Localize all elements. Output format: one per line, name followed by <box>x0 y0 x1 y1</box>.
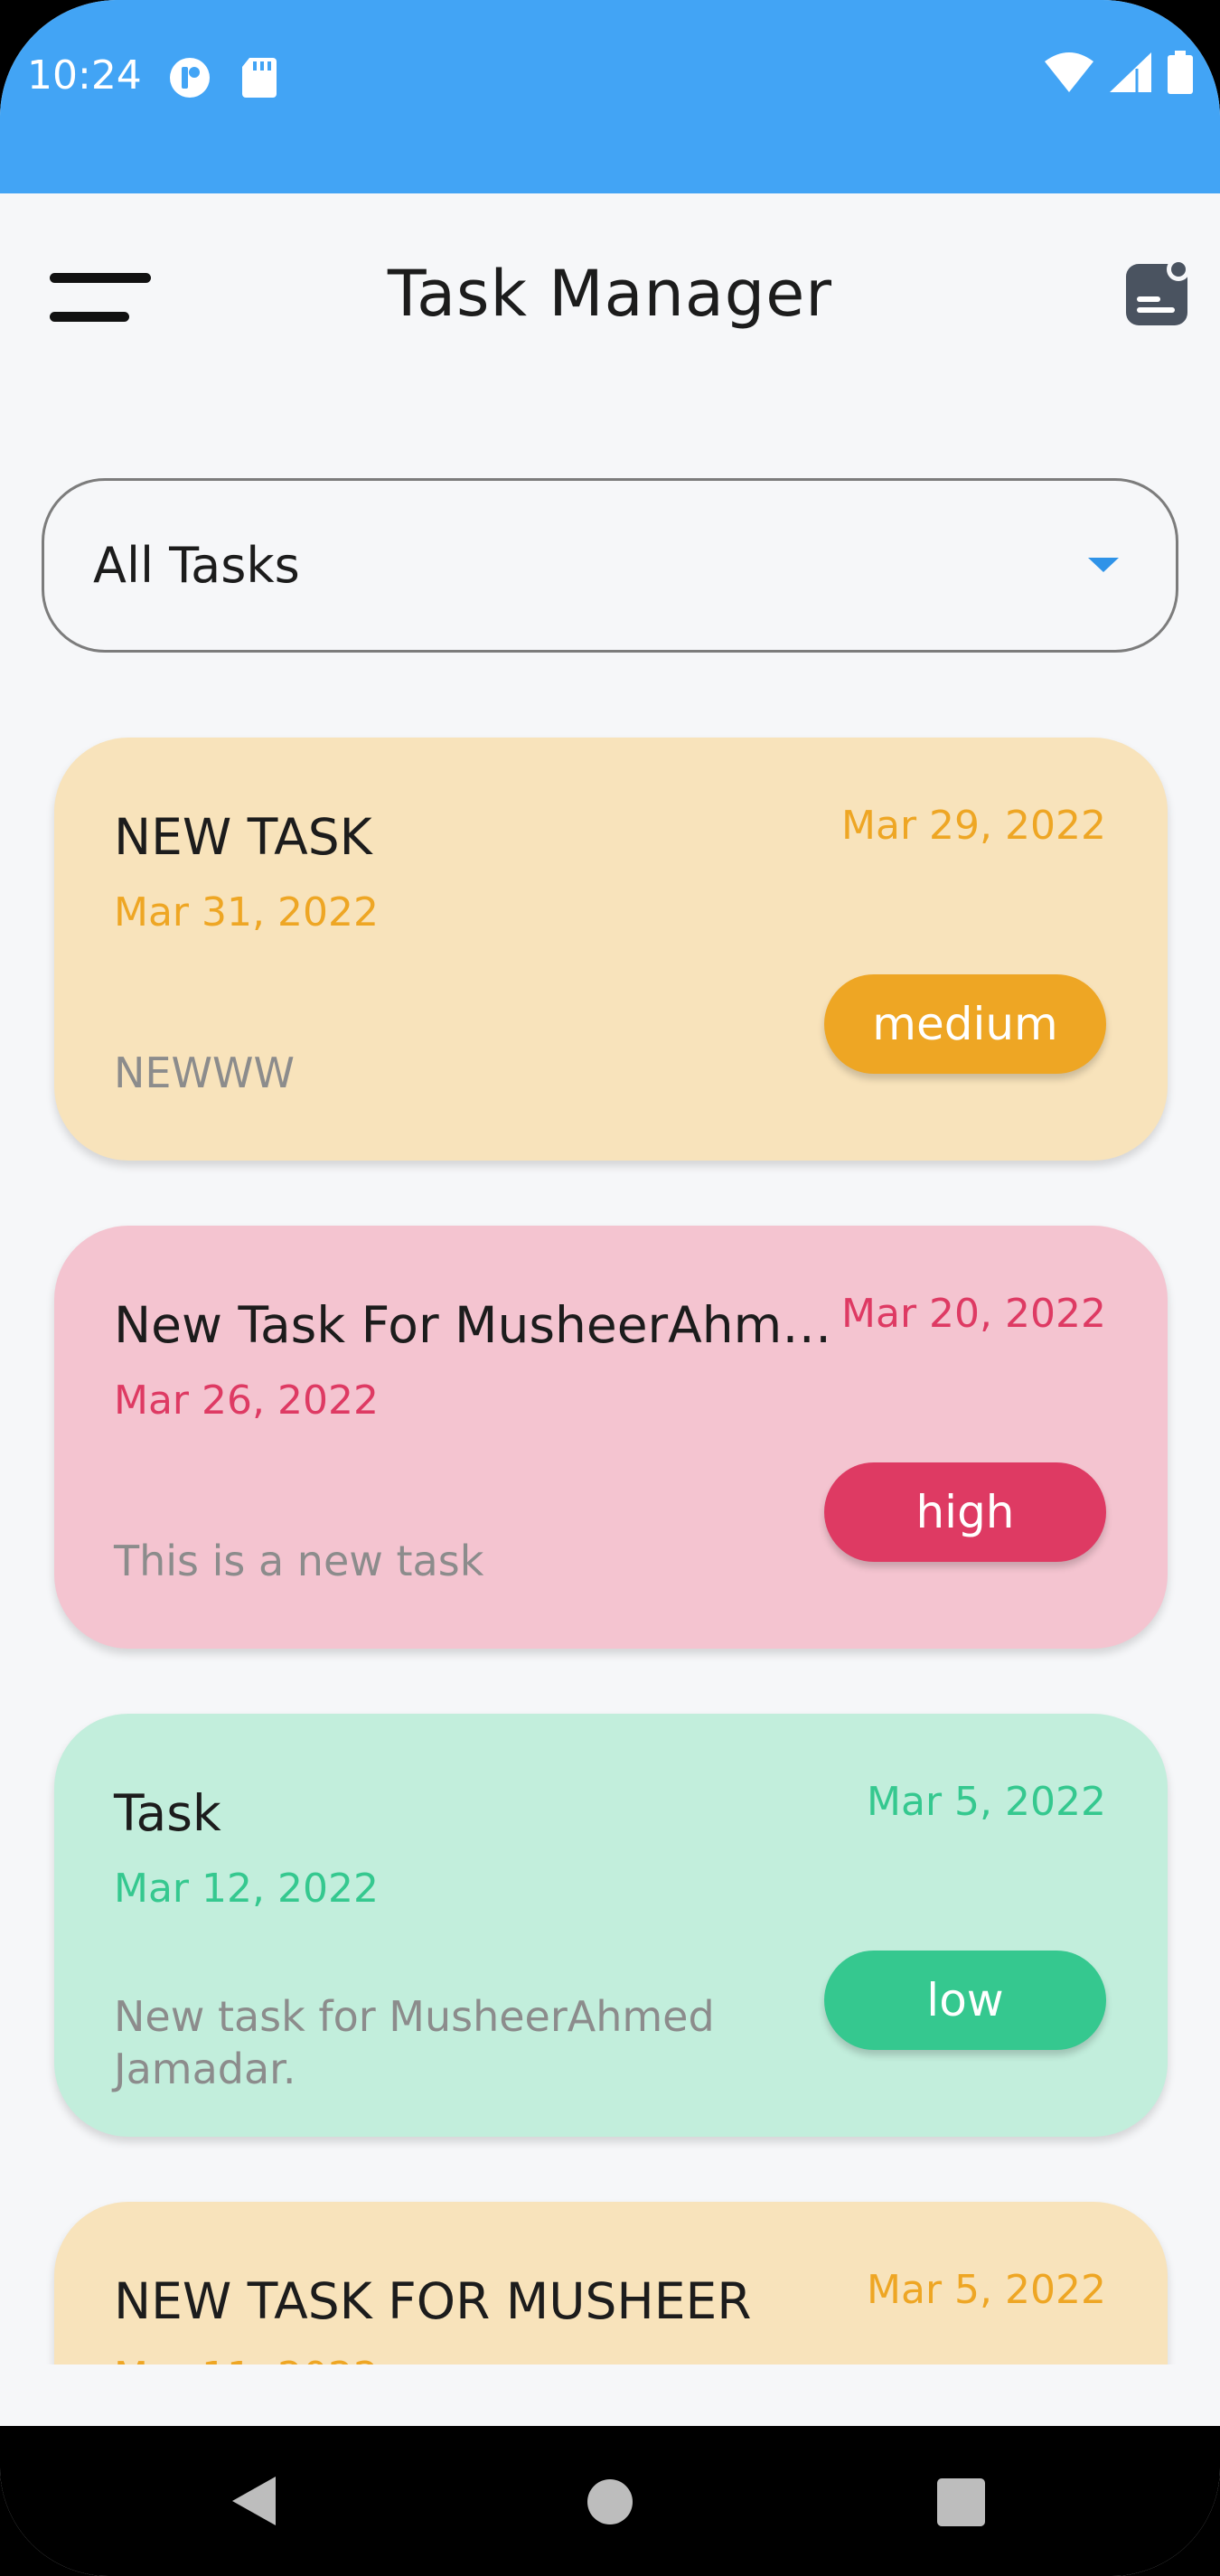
task-due-date: Mar 11, 2022 <box>114 2354 379 2364</box>
task-created-date: Mar 5, 2022 <box>867 2267 1106 2313</box>
recents-icon[interactable] <box>937 2478 985 2526</box>
task-created-date: Mar 5, 2022 <box>867 1779 1106 1825</box>
profile-button[interactable] <box>1122 257 1191 329</box>
priority-badge[interactable]: high <box>824 1462 1106 1562</box>
priority-badge[interactable]: low <box>824 1951 1106 2050</box>
task-card[interactable]: Task Mar 12, 2022 Mar 5, 2022 New task f… <box>54 1714 1168 2137</box>
back-icon[interactable] <box>232 2477 276 2525</box>
page-title: Task Manager <box>387 257 833 331</box>
battery-icon <box>1168 51 1193 98</box>
sd-card-icon <box>242 56 277 101</box>
task-due-date: Mar 12, 2022 <box>114 1866 379 1912</box>
status-icons <box>1045 51 1193 98</box>
task-title: NEW TASK FOR MUSHEER <box>114 2272 752 2330</box>
phone-screen: 10:24 Task Manager All Tasks NEW TASK Ma… <box>0 0 1220 2576</box>
status-time: 10:24 <box>27 52 142 99</box>
priority-badge[interactable]: medium <box>824 974 1106 1074</box>
signal-icon <box>1110 52 1151 96</box>
app-notification-icon <box>168 56 211 103</box>
task-description: New task for MusheerAhmed Jamadar. <box>114 1992 715 2093</box>
task-created-date: Mar 29, 2022 <box>841 803 1106 849</box>
app-bar: Task Manager <box>0 193 1220 401</box>
filter-selected-value: All Tasks <box>93 537 300 594</box>
status-bar: 10:24 <box>0 0 1220 193</box>
task-due-date: Mar 26, 2022 <box>114 1377 379 1424</box>
profile-icon <box>1126 258 1190 325</box>
task-list: NEW TASK Mar 31, 2022 Mar 29, 2022 NEWWW… <box>0 705 1220 2364</box>
home-icon[interactable] <box>587 2479 633 2524</box>
task-filter-dropdown[interactable]: All Tasks <box>42 478 1178 653</box>
task-description: This is a new task <box>114 1537 484 1585</box>
task-due-date: Mar 31, 2022 <box>114 889 379 935</box>
task-card[interactable]: NEW TASK Mar 31, 2022 Mar 29, 2022 NEWWW… <box>54 738 1168 1161</box>
system-navigation-bar <box>0 2426 1220 2576</box>
dropdown-arrow-icon[interactable] <box>1088 558 1119 572</box>
task-description: NEWWW <box>114 1048 295 1097</box>
task-title: New Task For MusheerAhm… <box>114 1296 832 1354</box>
task-created-date: Mar 20, 2022 <box>841 1291 1106 1337</box>
task-title: Task <box>114 1784 221 1842</box>
task-title: NEW TASK <box>114 808 372 866</box>
task-card[interactable]: New Task For MusheerAhm… Mar 26, 2022 Ma… <box>54 1226 1168 1649</box>
task-card[interactable]: NEW TASK FOR MUSHEER Mar 11, 2022 Mar 5,… <box>54 2202 1168 2364</box>
wifi-icon <box>1045 52 1093 96</box>
